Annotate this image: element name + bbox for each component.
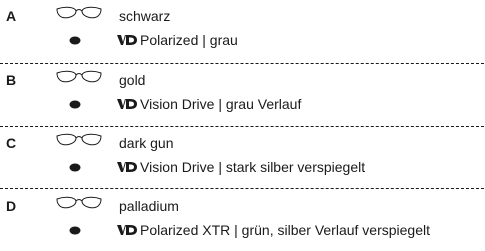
lens-description: Vision Drive | stark silber verspiegelt: [140, 159, 366, 175]
lens-description: Vision Drive | grau Verlauf: [140, 96, 302, 112]
lens-swatch-icon: [69, 100, 81, 109]
vd-logo-icon: [117, 35, 137, 45]
variant-letter: C: [6, 135, 17, 151]
variant-letter: B: [6, 72, 17, 88]
frame-color-label: dark gun: [119, 135, 174, 151]
lens-swatch-icon: [69, 36, 81, 45]
lens-description: Polarized XTR | grün, silber Verlauf ver…: [140, 222, 430, 238]
variant-letter: D: [6, 198, 17, 214]
glasses-outline-icon: [56, 133, 102, 146]
frame-color-label: palladium: [119, 198, 179, 214]
glasses-outline-icon: [56, 70, 102, 83]
vd-logo-icon: [117, 162, 137, 172]
variant-letter: A: [6, 8, 17, 24]
vd-logo-icon: [117, 225, 137, 235]
lens-swatch-icon: [69, 163, 81, 172]
vd-logo-icon: [117, 99, 137, 109]
variant-list: A schwarz Polarized | grau B gold Vision…: [0, 0, 485, 251]
glasses-outline-icon: [56, 196, 102, 209]
divider: [0, 188, 484, 189]
frame-color-label: schwarz: [119, 8, 171, 24]
lens-swatch-icon: [69, 226, 81, 235]
frame-color-label: gold: [119, 72, 146, 88]
glasses-outline-icon: [56, 6, 102, 19]
divider: [0, 63, 484, 64]
divider: [0, 126, 484, 127]
lens-description: Polarized | grau: [140, 32, 238, 48]
